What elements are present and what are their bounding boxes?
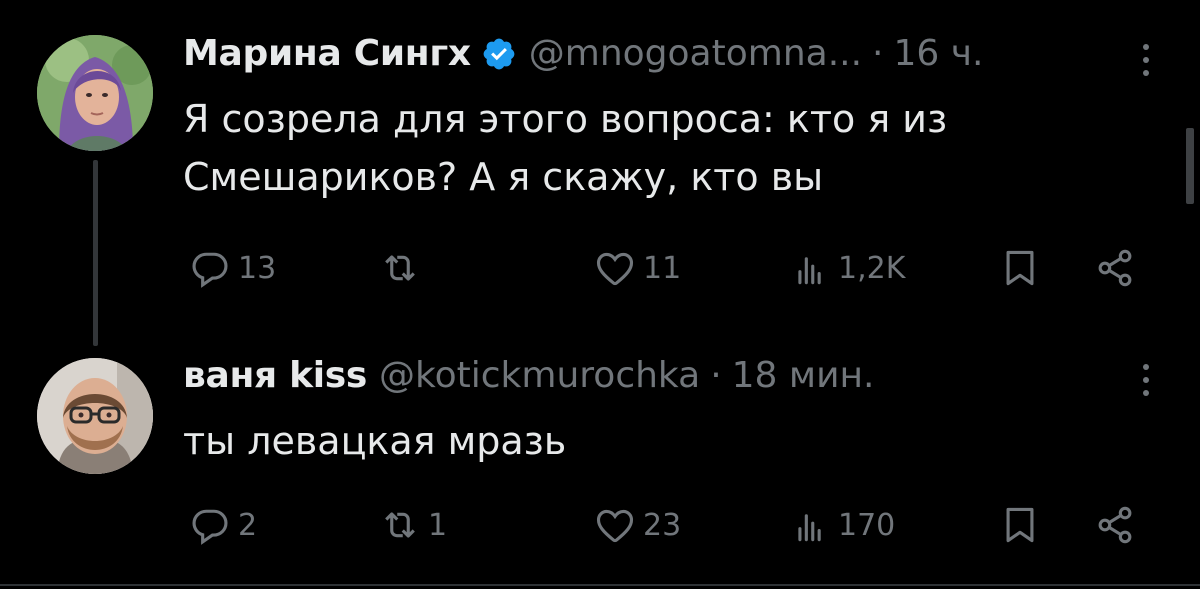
avatar[interactable] xyxy=(37,35,153,151)
tweet-text-line: Я созрела для этого вопроса: кто я из xyxy=(183,97,948,141)
author-name[interactable]: Марина Сингх xyxy=(183,32,471,76)
reply-button[interactable]: 2 xyxy=(188,500,257,550)
like-count: 23 xyxy=(643,507,682,543)
views-icon xyxy=(788,503,832,547)
more-icon[interactable] xyxy=(1136,360,1156,400)
author-name[interactable]: ваня kiss xyxy=(183,354,367,398)
views-count: 170 xyxy=(838,507,896,543)
reply-button[interactable]: 13 xyxy=(188,243,276,293)
reply-icon xyxy=(188,503,232,547)
tweet-text-line: ты левацкая мразь xyxy=(183,419,567,463)
like-button[interactable]: 23 xyxy=(593,500,681,550)
tweet-text: ты левацкая мразь xyxy=(183,412,1083,470)
views-icon xyxy=(788,246,832,290)
share-button[interactable] xyxy=(1093,243,1137,293)
separator-dot: · xyxy=(710,355,722,396)
thread-connector-line xyxy=(93,160,98,346)
action-bar: 13 11 1,2K xyxy=(183,243,1153,293)
retweet-icon xyxy=(378,503,422,547)
like-icon xyxy=(593,246,637,290)
avatar[interactable] xyxy=(37,358,153,474)
like-button[interactable]: 11 xyxy=(593,243,681,293)
like-count: 11 xyxy=(643,250,682,286)
author-handle[interactable]: @kotickmurochka xyxy=(379,354,700,398)
retweet-button[interactable]: 1 xyxy=(378,500,447,550)
bookmark-icon xyxy=(998,246,1042,290)
reply-icon xyxy=(188,246,232,290)
separator-dot: · xyxy=(872,33,884,74)
like-icon xyxy=(593,503,637,547)
bookmark-button[interactable] xyxy=(998,243,1042,293)
action-bar: 2 1 23 170 xyxy=(183,500,1153,550)
share-icon xyxy=(1093,246,1137,290)
retweet-button[interactable] xyxy=(378,243,428,293)
tweet[interactable]: Марина Сингх @mnogoatomna... · 16 ч. Я с… xyxy=(0,0,1200,346)
tweet-text-line: Смешариков? А я скажу, кто вы xyxy=(183,155,824,199)
retweet-icon xyxy=(378,246,422,290)
divider xyxy=(0,584,1200,586)
tweet-header: Марина Сингх @mnogoatomna... · 16 ч. xyxy=(183,32,983,76)
reply-count: 13 xyxy=(238,250,277,286)
tweet[interactable]: ваня kiss @kotickmurochka · 18 мин. ты л… xyxy=(0,340,1200,589)
tweet-text: Я созрела для этого вопроса: кто я из См… xyxy=(183,90,1083,206)
verified-badge-icon[interactable] xyxy=(481,36,517,72)
share-button[interactable] xyxy=(1093,500,1137,550)
share-icon xyxy=(1093,503,1137,547)
views-count: 1,2K xyxy=(838,250,906,286)
retweet-count: 1 xyxy=(428,507,448,543)
more-icon[interactable] xyxy=(1136,40,1156,80)
views-button[interactable]: 170 xyxy=(788,500,895,550)
timestamp[interactable]: 18 мин. xyxy=(732,354,875,398)
reply-count: 2 xyxy=(238,507,258,543)
tweet-header: ваня kiss @kotickmurochka · 18 мин. xyxy=(183,354,874,398)
views-button[interactable]: 1,2K xyxy=(788,243,905,293)
timestamp[interactable]: 16 ч. xyxy=(893,32,983,76)
author-handle[interactable]: @mnogoatomna... xyxy=(529,32,862,76)
bookmark-button[interactable] xyxy=(998,500,1042,550)
bookmark-icon xyxy=(998,503,1042,547)
